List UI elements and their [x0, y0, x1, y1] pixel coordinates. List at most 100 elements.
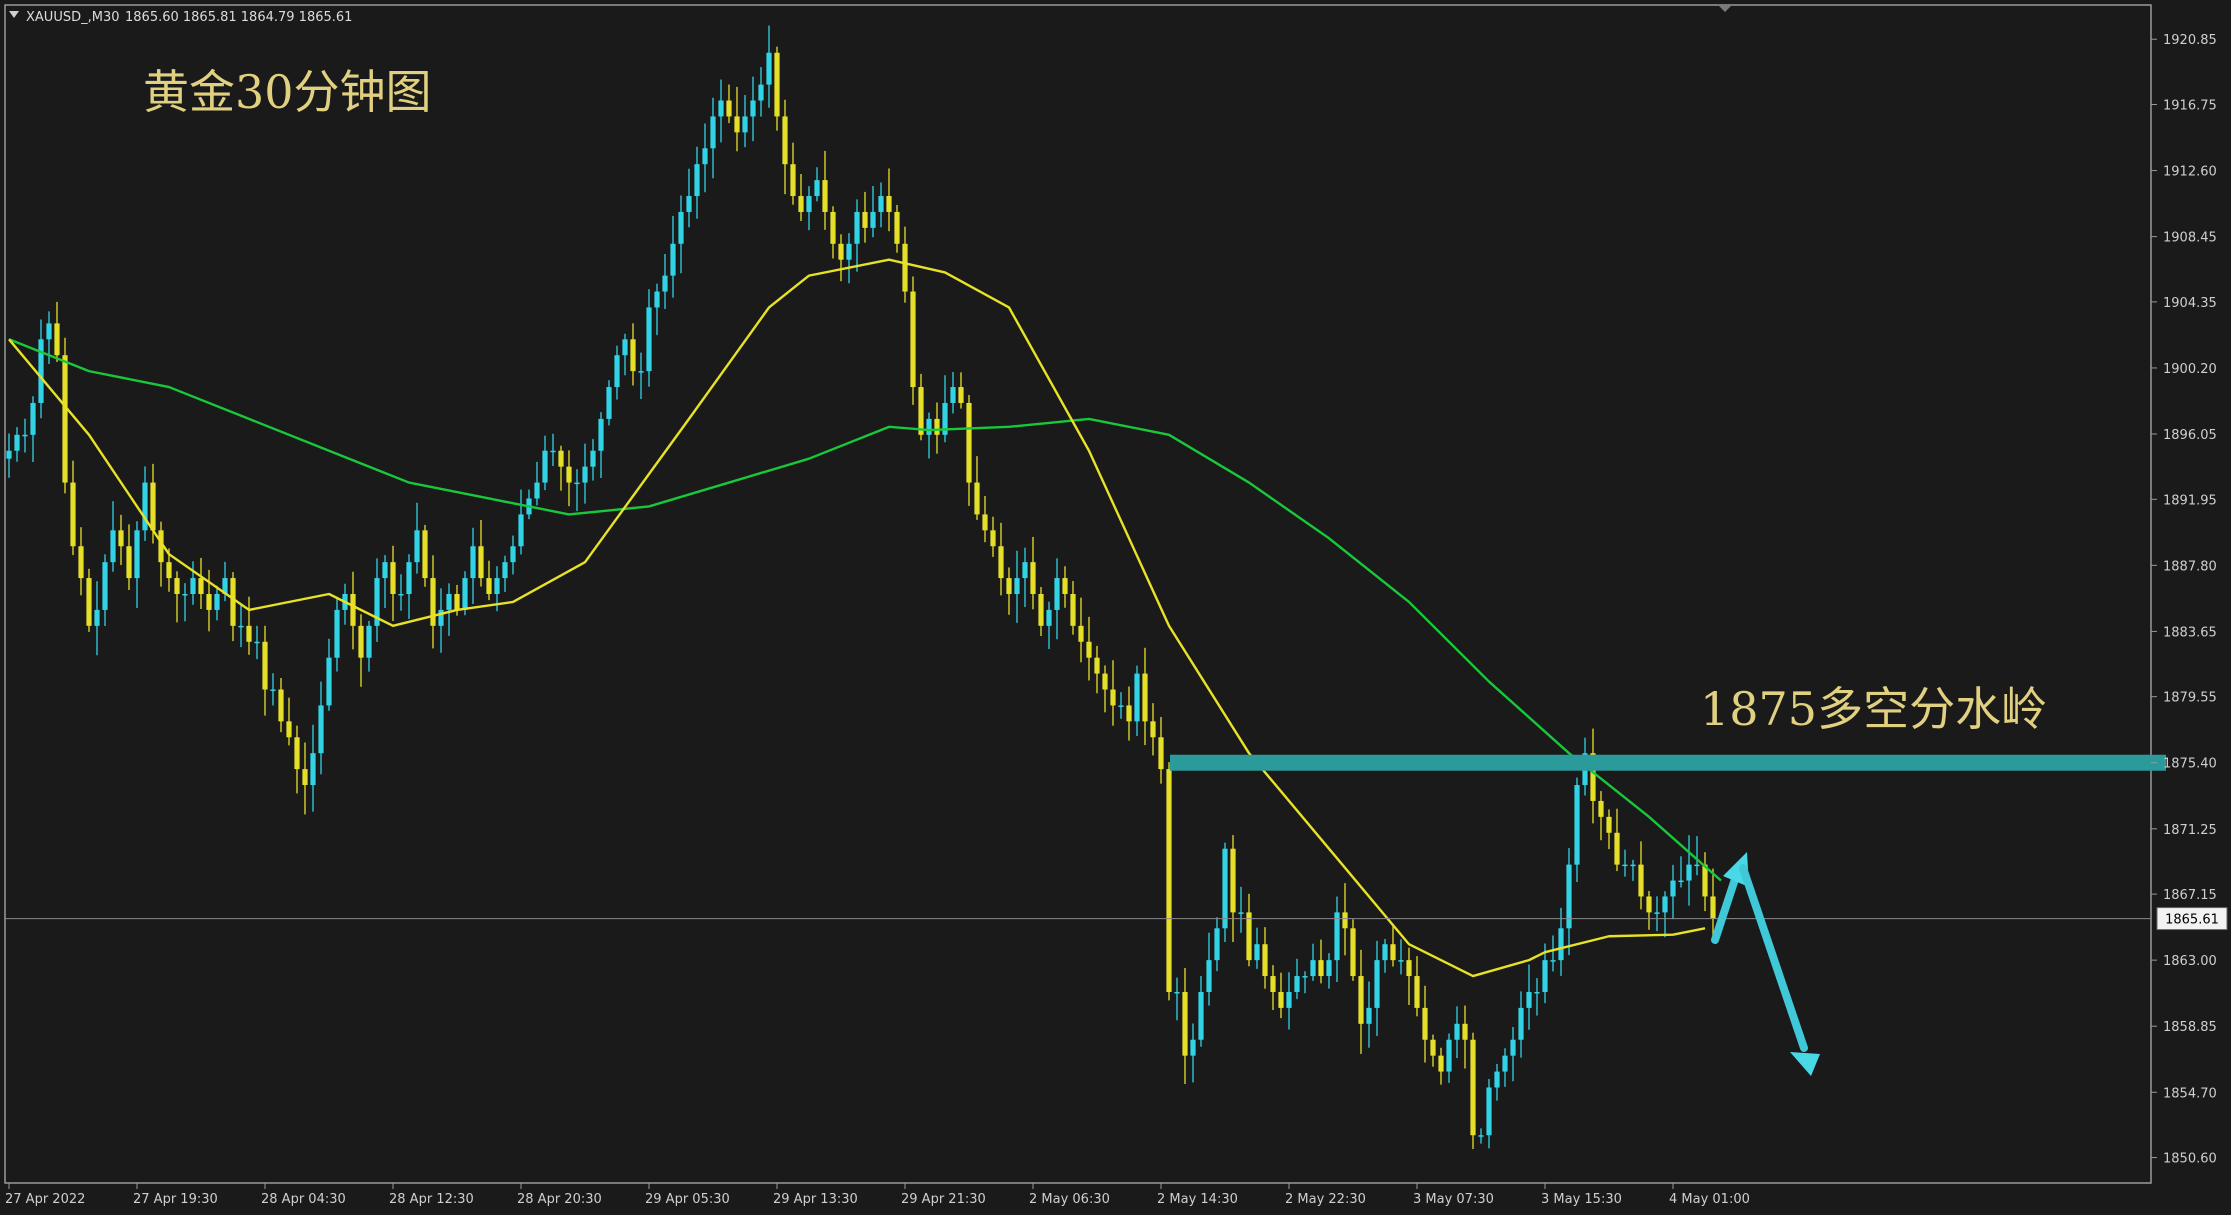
- candle-body: [862, 211, 868, 228]
- y-tick-label: 1912.60: [2163, 165, 2217, 180]
- candle-body: [1222, 848, 1228, 929]
- candle-body: [742, 116, 748, 133]
- candle-body: [662, 275, 668, 292]
- candle-body: [246, 625, 252, 642]
- candle-body: [854, 211, 860, 244]
- candle-body: [1358, 976, 1364, 1024]
- candle-body: [678, 211, 684, 244]
- candle-body: [1542, 960, 1548, 992]
- candle-body: [78, 546, 84, 579]
- candle-body: [534, 482, 540, 499]
- candle-body: [686, 196, 692, 212]
- candle-body: [414, 530, 420, 563]
- candle-body: [598, 418, 604, 451]
- candle-body: [566, 466, 572, 483]
- candle-body: [1654, 912, 1660, 914]
- candle-body: [1438, 1055, 1444, 1072]
- candle-body: [94, 609, 100, 626]
- candle-body: [1110, 689, 1116, 706]
- candle-body: [454, 594, 460, 610]
- candle-body: [110, 530, 116, 563]
- candle-body: [1118, 705, 1124, 707]
- candle-body: [1446, 1039, 1452, 1072]
- y-tick-label: 1887.80: [2163, 559, 2217, 574]
- candle-body: [1254, 944, 1260, 961]
- candle-body: [894, 211, 900, 244]
- chart-window[interactable]: 1920.85 1916.75 1912.60 1908.45 1904.35 1900.…: [0, 0, 2231, 1211]
- candle-body: [310, 753, 316, 786]
- candle-body: [118, 530, 124, 547]
- candle-body: [214, 594, 220, 610]
- x-tick-label: 27 Apr 2022: [5, 1192, 85, 1207]
- candle-body: [1574, 785, 1580, 865]
- candle-body: [1462, 1023, 1468, 1040]
- candle-body: [6, 450, 12, 459]
- candle-body: [182, 594, 188, 596]
- candle-body: [582, 466, 588, 483]
- candle-body: [62, 355, 68, 483]
- candle-body: [846, 243, 852, 260]
- candle-body: [630, 339, 636, 372]
- candle-body: [1134, 673, 1140, 722]
- candle-body: [1686, 864, 1692, 881]
- candle-body: [1606, 816, 1612, 833]
- candle-body: [798, 196, 804, 212]
- candle-body: [398, 594, 404, 596]
- candle-body: [606, 387, 612, 419]
- candle-body: [710, 116, 716, 149]
- candle-body: [350, 594, 356, 626]
- candle-body: [166, 562, 172, 579]
- candle-body: [822, 180, 828, 212]
- candle-body: [1478, 1135, 1484, 1137]
- candle-body: [1238, 912, 1244, 914]
- x-tick-label: 29 Apr 13:30: [773, 1192, 858, 1207]
- candle-body: [1406, 960, 1412, 977]
- candle-body: [390, 562, 396, 594]
- y-tick-label: 1904.35: [2163, 296, 2217, 311]
- candle-body: [206, 594, 212, 610]
- candle-body: [966, 402, 972, 483]
- candle-body: [382, 562, 388, 579]
- candle-body: [654, 291, 660, 308]
- y-tick-label: 1920.85: [2163, 33, 2217, 48]
- candle-body: [934, 418, 940, 435]
- candle-body: [1334, 912, 1340, 961]
- candle-body: [1046, 609, 1052, 626]
- candle-body: [558, 450, 564, 467]
- candle-body: [590, 450, 596, 467]
- candle-body: [1422, 1007, 1428, 1040]
- candle-body: [670, 243, 676, 276]
- candle-body: [358, 625, 364, 658]
- y-tick-label: 1908.45: [2163, 231, 2217, 246]
- candle-body: [334, 609, 340, 658]
- candle-body: [1502, 1055, 1508, 1072]
- candle-body: [1670, 880, 1676, 897]
- candle-body: [694, 164, 700, 197]
- candle-body: [294, 737, 300, 770]
- candle-body: [726, 100, 732, 117]
- candle-body: [1494, 1071, 1500, 1088]
- candle-body: [734, 116, 740, 133]
- candle-body: [422, 530, 428, 579]
- x-tick-label: 28 Apr 04:30: [261, 1192, 346, 1207]
- candle-body: [494, 578, 500, 594]
- candle-body: [54, 323, 60, 356]
- candle-body: [1094, 657, 1100, 674]
- y-tick-label: 1867.15: [2163, 888, 2217, 903]
- y-tick-label: 1850.60: [2163, 1152, 2217, 1167]
- candle-body: [998, 546, 1004, 579]
- candle-body: [150, 482, 156, 531]
- candle-body: [1598, 800, 1604, 817]
- candle-body: [1230, 848, 1236, 913]
- candle-body: [814, 180, 820, 197]
- candle-body: [622, 339, 628, 356]
- candle-body: [198, 578, 204, 594]
- candle-body: [1534, 991, 1540, 994]
- candle-body: [446, 594, 452, 610]
- candle-body: [238, 625, 244, 628]
- y-tick-label: 1863.00: [2163, 954, 2217, 969]
- price-chart[interactable]: 1920.85 1916.75 1912.60 1908.45 1904.35 1900.…: [0, 0, 2231, 1211]
- resistance-annotation: 1875多空分水岭: [1700, 682, 2047, 736]
- candle-body: [1158, 737, 1164, 770]
- candle-body: [758, 84, 764, 101]
